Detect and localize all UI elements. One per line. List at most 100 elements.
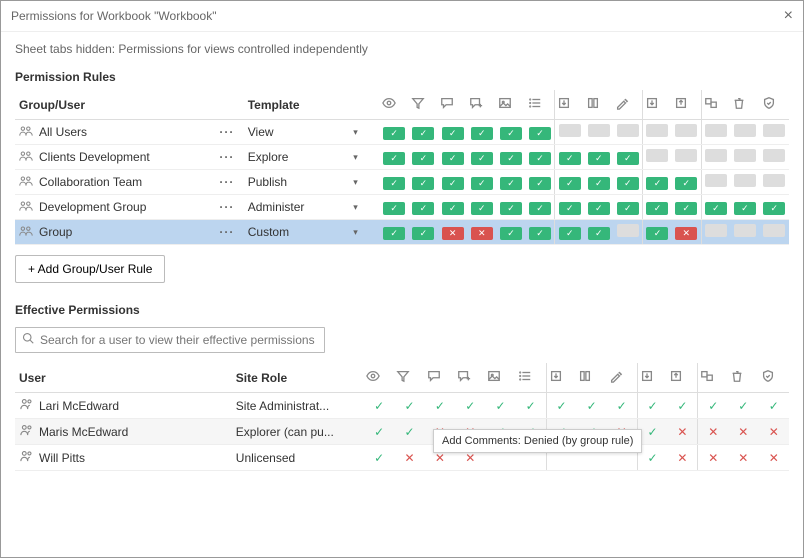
capability-cell[interactable] [675, 149, 697, 162]
capability-cell[interactable] [675, 227, 697, 240]
capability-cell[interactable] [559, 124, 581, 137]
capability-cell[interactable] [763, 174, 785, 187]
capability-cell[interactable] [617, 202, 639, 215]
row-menu-button[interactable]: ··· [215, 225, 238, 239]
capability-cell[interactable] [734, 224, 756, 237]
user-row[interactable]: Maris McEdwardExplorer (can pu...✓✓✕✕✓✓✓… [15, 419, 789, 445]
rule-row[interactable]: Collaboration Team···Publish▾ [15, 170, 789, 195]
capability-cell[interactable] [529, 177, 551, 190]
capability-cell[interactable] [412, 202, 434, 215]
capability-cell[interactable] [529, 202, 551, 215]
capability-cell[interactable] [734, 149, 756, 162]
capability-cell[interactable] [442, 202, 464, 215]
capability-cell[interactable] [442, 177, 464, 190]
search-input[interactable] [15, 327, 325, 353]
user-row[interactable]: Will PittsUnlicensed✓✕✕✕✓✕✕✕✕ [15, 445, 789, 471]
row-menu-button[interactable]: ··· [215, 125, 238, 139]
capability-cell[interactable] [500, 152, 522, 165]
row-menu-button[interactable]: ··· [215, 175, 238, 189]
capability-cell[interactable] [412, 177, 434, 190]
capability-cell[interactable] [763, 124, 785, 137]
capability-cell[interactable] [705, 224, 727, 237]
capability-cell[interactable] [734, 124, 756, 137]
capability-cell[interactable] [500, 127, 522, 140]
capability-cell[interactable] [471, 152, 493, 165]
capability-cell[interactable] [383, 202, 405, 215]
capability-cell[interactable] [705, 202, 727, 215]
close-icon[interactable]: × [784, 7, 793, 25]
capability-cell[interactable] [559, 177, 581, 190]
capability-cell[interactable] [412, 127, 434, 140]
capability-cell[interactable] [734, 202, 756, 215]
capability-cell[interactable] [734, 174, 756, 187]
capability-cell[interactable] [442, 227, 464, 240]
capability-cell[interactable] [383, 227, 405, 240]
template-select[interactable]: Custom▾ [248, 225, 358, 239]
template-select[interactable]: Publish▾ [248, 175, 358, 189]
capability-cell[interactable] [763, 224, 785, 237]
row-menu-button[interactable]: ··· [215, 150, 238, 164]
capability-cell[interactable] [646, 202, 668, 215]
capability-cell[interactable] [646, 149, 668, 162]
tooltip: Add Comments: Denied (by group rule) [433, 429, 642, 453]
capability-cell[interactable] [646, 124, 668, 137]
capability-cell[interactable] [412, 152, 434, 165]
add-group-user-rule-button[interactable]: + Add Group/User Rule [15, 255, 165, 283]
user-row[interactable]: Lari McEdwardSite Administrat...✓✓✓✓✓✓✓✓… [15, 393, 789, 419]
capability-cell[interactable] [500, 177, 522, 190]
capability-cell[interactable] [383, 177, 405, 190]
capability-cell[interactable] [646, 177, 668, 190]
capability-cell[interactable] [588, 124, 610, 137]
capability-cell[interactable] [617, 124, 639, 137]
capability-cell[interactable] [675, 202, 697, 215]
capability-cell[interactable] [646, 227, 668, 240]
capability-cell[interactable] [500, 227, 522, 240]
capability-cell[interactable] [763, 202, 785, 215]
effective-cell: ✓ [576, 393, 606, 419]
capability-cell[interactable] [412, 227, 434, 240]
template-select[interactable]: Administer▾ [248, 200, 358, 214]
capability-cell[interactable] [529, 227, 551, 240]
rule-row[interactable]: Development Group···Administer▾ [15, 195, 789, 220]
capability-cell[interactable] [617, 177, 639, 190]
capability-cell[interactable] [471, 202, 493, 215]
rule-row[interactable]: Group ··· Custom▾ [15, 220, 789, 245]
capability-cell[interactable] [383, 127, 405, 140]
capability-cell[interactable] [471, 227, 493, 240]
capability-cell[interactable] [471, 127, 493, 140]
effective-cell: ✕ [698, 419, 728, 445]
capability-cell[interactable] [559, 202, 581, 215]
capability-cell[interactable] [442, 152, 464, 165]
row-menu-button[interactable]: ··· [215, 200, 238, 214]
capability-cell[interactable] [705, 124, 727, 137]
capability-cell[interactable] [763, 149, 785, 162]
capability-cell[interactable] [705, 174, 727, 187]
capability-cell[interactable] [675, 177, 697, 190]
effective-cell: ✓ [485, 393, 515, 419]
effective-cell: ✓ [516, 393, 546, 419]
rule-row[interactable]: All Users···View▾ [15, 120, 789, 145]
capability-cell[interactable] [675, 124, 697, 137]
capability-cell[interactable] [529, 127, 551, 140]
template-select[interactable]: View▾ [248, 125, 358, 139]
effective-cell: ✕ [667, 445, 697, 471]
capability-cell[interactable] [588, 152, 610, 165]
effective-cell: ✓ [364, 445, 394, 471]
rule-row[interactable]: Clients Development···Explore▾ [15, 145, 789, 170]
capability-cell[interactable] [442, 127, 464, 140]
capability-cell[interactable] [559, 227, 581, 240]
capability-cell[interactable] [705, 149, 727, 162]
capability-cell[interactable] [588, 177, 610, 190]
capability-cell[interactable] [500, 202, 522, 215]
user-name: Will Pitts [39, 451, 85, 465]
capability-cell[interactable] [559, 152, 581, 165]
capability-cell[interactable] [617, 152, 639, 165]
capability-cell[interactable] [588, 227, 610, 240]
group-name: Group [39, 225, 72, 239]
capability-cell[interactable] [529, 152, 551, 165]
capability-cell[interactable] [588, 202, 610, 215]
template-select[interactable]: Explore▾ [248, 150, 358, 164]
capability-cell[interactable] [617, 224, 639, 237]
capability-cell[interactable] [471, 177, 493, 190]
capability-cell[interactable] [383, 152, 405, 165]
